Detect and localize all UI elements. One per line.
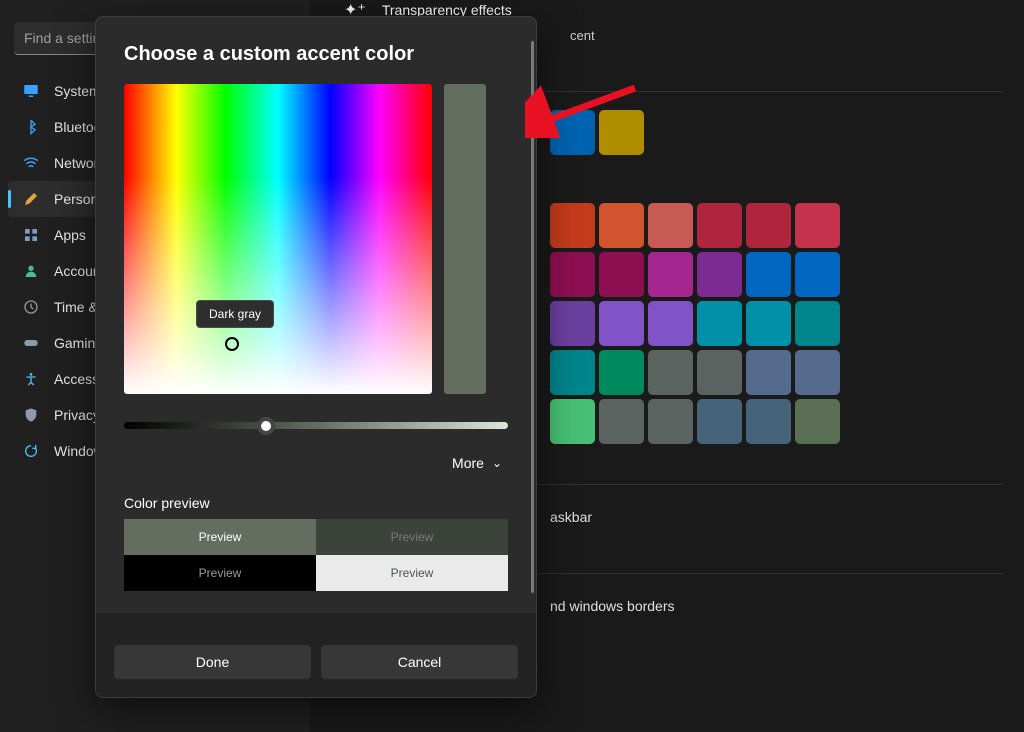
color-swatch[interactable] (746, 203, 791, 248)
color-swatch[interactable] (746, 399, 791, 444)
color-swatch[interactable] (599, 399, 644, 444)
color-swatch[interactable] (697, 301, 742, 346)
color-swatch[interactable] (746, 350, 791, 395)
color-sample (444, 84, 486, 394)
clock-icon (22, 298, 40, 316)
dialog-scrollbar[interactable] (531, 41, 534, 593)
color-swatch[interactable] (795, 350, 840, 395)
color-swatch[interactable] (648, 203, 693, 248)
color-swatch[interactable] (697, 203, 742, 248)
color-swatch[interactable] (697, 350, 742, 395)
color-picker-dialog: Choose a custom accent color Dark gray M… (95, 16, 537, 698)
color-swatch[interactable] (550, 110, 595, 155)
color-swatch[interactable] (599, 301, 644, 346)
color-swatch[interactable] (795, 203, 840, 248)
color-swatch[interactable] (550, 399, 595, 444)
color-swatch[interactable] (697, 399, 742, 444)
sidebar-item-label: Apps (54, 227, 86, 243)
color-swatch[interactable] (599, 110, 644, 155)
color-saturation-panel[interactable]: Dark gray (124, 84, 432, 394)
color-swatch[interactable] (550, 252, 595, 297)
color-swatch[interactable] (599, 252, 644, 297)
access-icon (22, 370, 40, 388)
color-swatch[interactable] (795, 399, 840, 444)
color-swatch[interactable] (648, 301, 693, 346)
color-swatch[interactable] (550, 301, 595, 346)
color-swatch[interactable] (697, 252, 742, 297)
preview-grid: Preview Preview Preview Preview (124, 519, 508, 591)
preview-label: Color preview (96, 479, 536, 519)
color-swatch[interactable] (746, 252, 791, 297)
done-button[interactable]: Done (114, 645, 311, 679)
cancel-button[interactable]: Cancel (321, 645, 518, 679)
color-swatch[interactable] (648, 399, 693, 444)
apps-icon (22, 226, 40, 244)
bluetooth-icon (22, 118, 40, 136)
color-swatch[interactable] (648, 252, 693, 297)
preview-tile-dark: Preview (124, 555, 316, 591)
dialog-title: Choose a custom accent color (96, 17, 536, 84)
color-swatch[interactable] (746, 301, 791, 346)
color-swatch[interactable] (599, 350, 644, 395)
more-label: More (452, 455, 484, 471)
color-cursor[interactable] (225, 337, 239, 351)
color-swatch[interactable] (648, 350, 693, 395)
preview-tile-dim: Preview (316, 519, 508, 555)
shield-icon (22, 406, 40, 424)
color-tooltip: Dark gray (196, 300, 274, 328)
update-icon (22, 442, 40, 460)
monitor-icon (22, 82, 40, 100)
color-swatch[interactable] (795, 252, 840, 297)
wifi-icon (22, 154, 40, 172)
color-swatch[interactable] (550, 350, 595, 395)
gamepad-icon (22, 334, 40, 352)
preview-tile-accent: Preview (124, 519, 316, 555)
color-swatch[interactable] (599, 203, 644, 248)
chevron-down-icon: ⌄ (492, 456, 502, 470)
value-slider[interactable] (124, 422, 508, 429)
value-slider-thumb[interactable] (257, 417, 275, 435)
person-icon (22, 262, 40, 280)
brush-icon (22, 190, 40, 208)
more-toggle[interactable]: More ⌄ (96, 429, 536, 479)
preview-tile-light: Preview (316, 555, 508, 591)
sidebar-item-label: System (54, 83, 101, 99)
color-swatch[interactable] (550, 203, 595, 248)
color-swatch[interactable] (795, 301, 840, 346)
